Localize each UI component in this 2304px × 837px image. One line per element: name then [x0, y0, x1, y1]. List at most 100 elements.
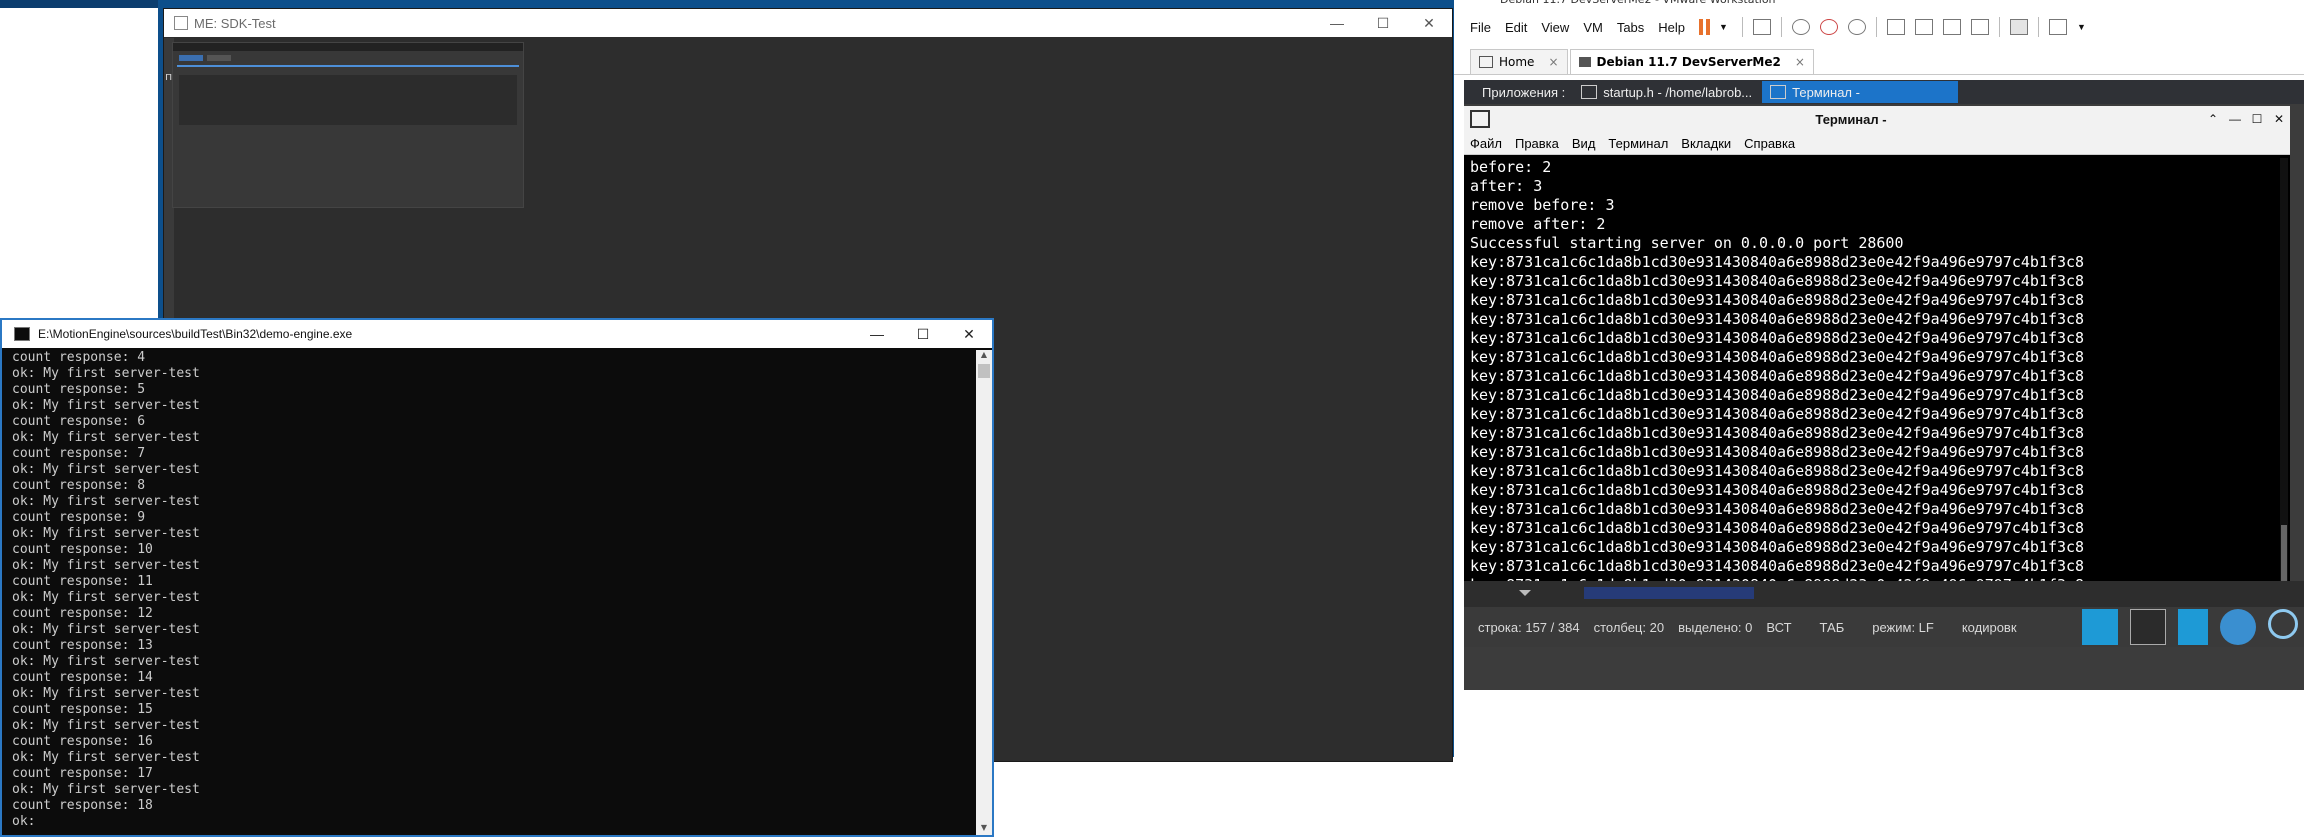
task-startup-h[interactable]: startup.h - /home/labrob... — [1573, 81, 1760, 103]
thumbnail-bar-icon[interactable] — [1914, 19, 1933, 35]
full-screen-icon[interactable] — [1942, 19, 1961, 35]
show-library-icon[interactable] — [1886, 19, 1905, 35]
chevron-down-icon[interactable] — [1519, 590, 1531, 596]
console-line: count response: 15 — [12, 702, 153, 717]
snapshot-manager-icon[interactable] — [1847, 19, 1866, 35]
status-column: столбец: 20 — [1593, 619, 1665, 635]
guest-dock — [2082, 609, 2298, 645]
snapshot-icon[interactable] — [1791, 19, 1810, 35]
preview-divider — [177, 65, 519, 67]
blurred-link[interactable] — [1584, 587, 1754, 599]
console-line: ok: My first server-test — [12, 366, 200, 381]
scroll-thumb[interactable] — [978, 364, 990, 378]
terminal-line: key:8731ca1c6c1da8b1cd30e931430840a6e898… — [1470, 272, 2085, 290]
term-menu-view[interactable]: Вид — [1572, 136, 1596, 151]
revert-snapshot-icon[interactable] — [1819, 19, 1838, 35]
menu-file[interactable]: File — [1470, 20, 1491, 35]
files-icon[interactable] — [2082, 609, 2118, 645]
vmware-menubar: File Edit View VM Tabs Help ▼ ▼ — [1454, 8, 2304, 46]
browser-icon[interactable] — [2220, 609, 2256, 645]
close-button[interactable]: ✕ — [1406, 9, 1452, 37]
console-output[interactable]: count response: 4 ok: My first server-tes… — [12, 350, 970, 835]
terminal-title-bar[interactable]: Терминал - ⌃ — ☐ ✕ — [1464, 106, 2290, 132]
status-tab[interactable]: ТАБ — [1820, 620, 1845, 635]
console-line: count response: 9 — [12, 510, 146, 525]
status-line: строка: 157 / 384 — [1478, 619, 1580, 635]
term-menu-edit[interactable]: Правка — [1515, 136, 1559, 151]
sdk-title-bar[interactable]: ME: SDK-Test — ☐ ✕ — [164, 9, 1452, 37]
close-tab-icon[interactable]: × — [1795, 55, 1805, 69]
console-line: count response: 13 — [12, 638, 153, 653]
maximize-button[interactable]: ☐ — [2246, 112, 2268, 126]
console-view-icon[interactable] — [2009, 19, 2028, 35]
maximize-button[interactable]: ☐ — [900, 320, 946, 348]
guest-desktop[interactable]: Приложения : startup.h - /home/labrob...… — [1464, 80, 2304, 690]
terminal-line: key:8731ca1c6c1da8b1cd30e931430840a6e898… — [1470, 253, 2085, 271]
pause-icon[interactable] — [1699, 19, 1713, 35]
minimize-button[interactable]: — — [1314, 9, 1360, 37]
term-menu-file[interactable]: Файл — [1470, 136, 1502, 151]
status-eol[interactable]: режим: LF — [1872, 620, 1934, 635]
tab-home[interactable]: Home × — [1470, 49, 1568, 74]
vmware-tabs: Home × Debian 11.7 DevServerMe2 × — [1454, 46, 2304, 75]
close-button[interactable]: ✕ — [946, 320, 992, 348]
applications-menu[interactable]: Приложения : — [1464, 85, 1573, 100]
stretch-guest-icon[interactable] — [2048, 19, 2067, 35]
vmware-title: Debian 11.7 DevServerMe2 - VMware Workst… — [1454, 0, 2304, 8]
stretch-dropdown-icon[interactable]: ▼ — [2077, 22, 2086, 32]
console-scrollbar[interactable]: ▲ ▼ — [976, 350, 992, 835]
menu-help[interactable]: Help — [1658, 20, 1685, 35]
scroll-thumb[interactable] — [2281, 525, 2287, 581]
pause-dropdown-icon[interactable]: ▼ — [1719, 22, 1728, 32]
console-line: ok: My first server-test — [12, 782, 200, 797]
editor-bottom-bar — [1464, 581, 2304, 607]
maximize-button[interactable]: ☐ — [1360, 9, 1406, 37]
console-line: count response: 12 — [12, 606, 153, 621]
terminal-icon[interactable] — [2130, 609, 2166, 645]
close-tab-icon[interactable]: × — [1548, 55, 1558, 69]
minimize-button[interactable]: — — [854, 320, 900, 348]
unity-icon[interactable] — [1970, 19, 1989, 35]
terminal-scrollbar[interactable] — [2280, 158, 2288, 581]
search-icon[interactable] — [2268, 609, 2298, 639]
terminal-line: key:8731ca1c6c1da8b1cd30e931430840a6e898… — [1470, 310, 2085, 328]
console-window[interactable]: E:\MotionEngine\sources\buildTest\Bin32\… — [0, 318, 994, 837]
console-title-bar[interactable]: E:\MotionEngine\sources\buildTest\Bin32\… — [2, 320, 992, 348]
chevron-up-icon[interactable]: ⌃ — [2202, 112, 2224, 126]
terminal-output[interactable]: before: 2 after: 3 remove before: 3 remove … — [1470, 158, 2274, 581]
menu-edit[interactable]: Edit — [1505, 20, 1527, 35]
terminal-line: key:8731ca1c6c1da8b1cd30e931430840a6e898… — [1470, 405, 2085, 423]
terminal-window[interactable]: Терминал - ⌃ — ☐ ✕ Файл Правка Вид Терми… — [1464, 106, 2290, 581]
task-label: Терминал - — [1792, 84, 1860, 100]
close-button[interactable]: ✕ — [2268, 112, 2290, 126]
console-line: ok: My first server-test — [12, 462, 200, 477]
status-encoding[interactable]: кодировк — [1962, 620, 2017, 635]
term-menu-tabs[interactable]: Вкладки — [1681, 136, 1731, 151]
terminal-line: key:8731ca1c6c1da8b1cd30e931430840a6e898… — [1470, 329, 2085, 347]
tab-debian-label: Debian 11.7 DevServerMe2 — [1596, 55, 1781, 69]
console-line: ok: My first server-test — [12, 398, 200, 413]
tab-home-label: Home — [1499, 55, 1535, 69]
term-menu-help[interactable]: Справка — [1744, 136, 1795, 151]
terminal-menubar: Файл Правка Вид Терминал Вкладки Справка — [1464, 132, 2290, 155]
preview-content — [179, 75, 517, 125]
scroll-up-icon[interactable]: ▲ — [976, 350, 992, 362]
terminal-line: key:8731ca1c6c1da8b1cd30e931430840a6e898… — [1470, 481, 2085, 499]
vmware-window[interactable]: Debian 11.7 DevServerMe2 - VMware Workst… — [1454, 0, 2304, 690]
menu-vm[interactable]: VM — [1583, 20, 1603, 35]
terminal-line: Successful starting server on 0.0.0.0 po… — [1470, 234, 1904, 252]
minimize-button[interactable]: — — [2224, 112, 2246, 126]
send-ctrl-alt-del-icon[interactable] — [1752, 19, 1771, 35]
console-line: ok: My first server-test — [12, 622, 200, 637]
scroll-down-icon[interactable]: ▼ — [976, 823, 992, 835]
sdk-window-title: ME: SDK-Test — [194, 15, 276, 31]
menu-tabs[interactable]: Tabs — [1617, 20, 1644, 35]
app-finder-icon[interactable] — [2178, 609, 2208, 645]
task-terminal[interactable]: Терминал - — [1762, 81, 1959, 103]
console-line: count response: 5 — [12, 382, 146, 397]
tab-debian-vm[interactable]: Debian 11.7 DevServerMe2 × — [1569, 49, 1814, 74]
menu-view[interactable]: View — [1541, 20, 1569, 35]
console-line: count response: 18 — [12, 798, 153, 813]
console-line: ok: My first server-test — [12, 654, 200, 669]
term-menu-terminal[interactable]: Терминал — [1608, 136, 1668, 151]
